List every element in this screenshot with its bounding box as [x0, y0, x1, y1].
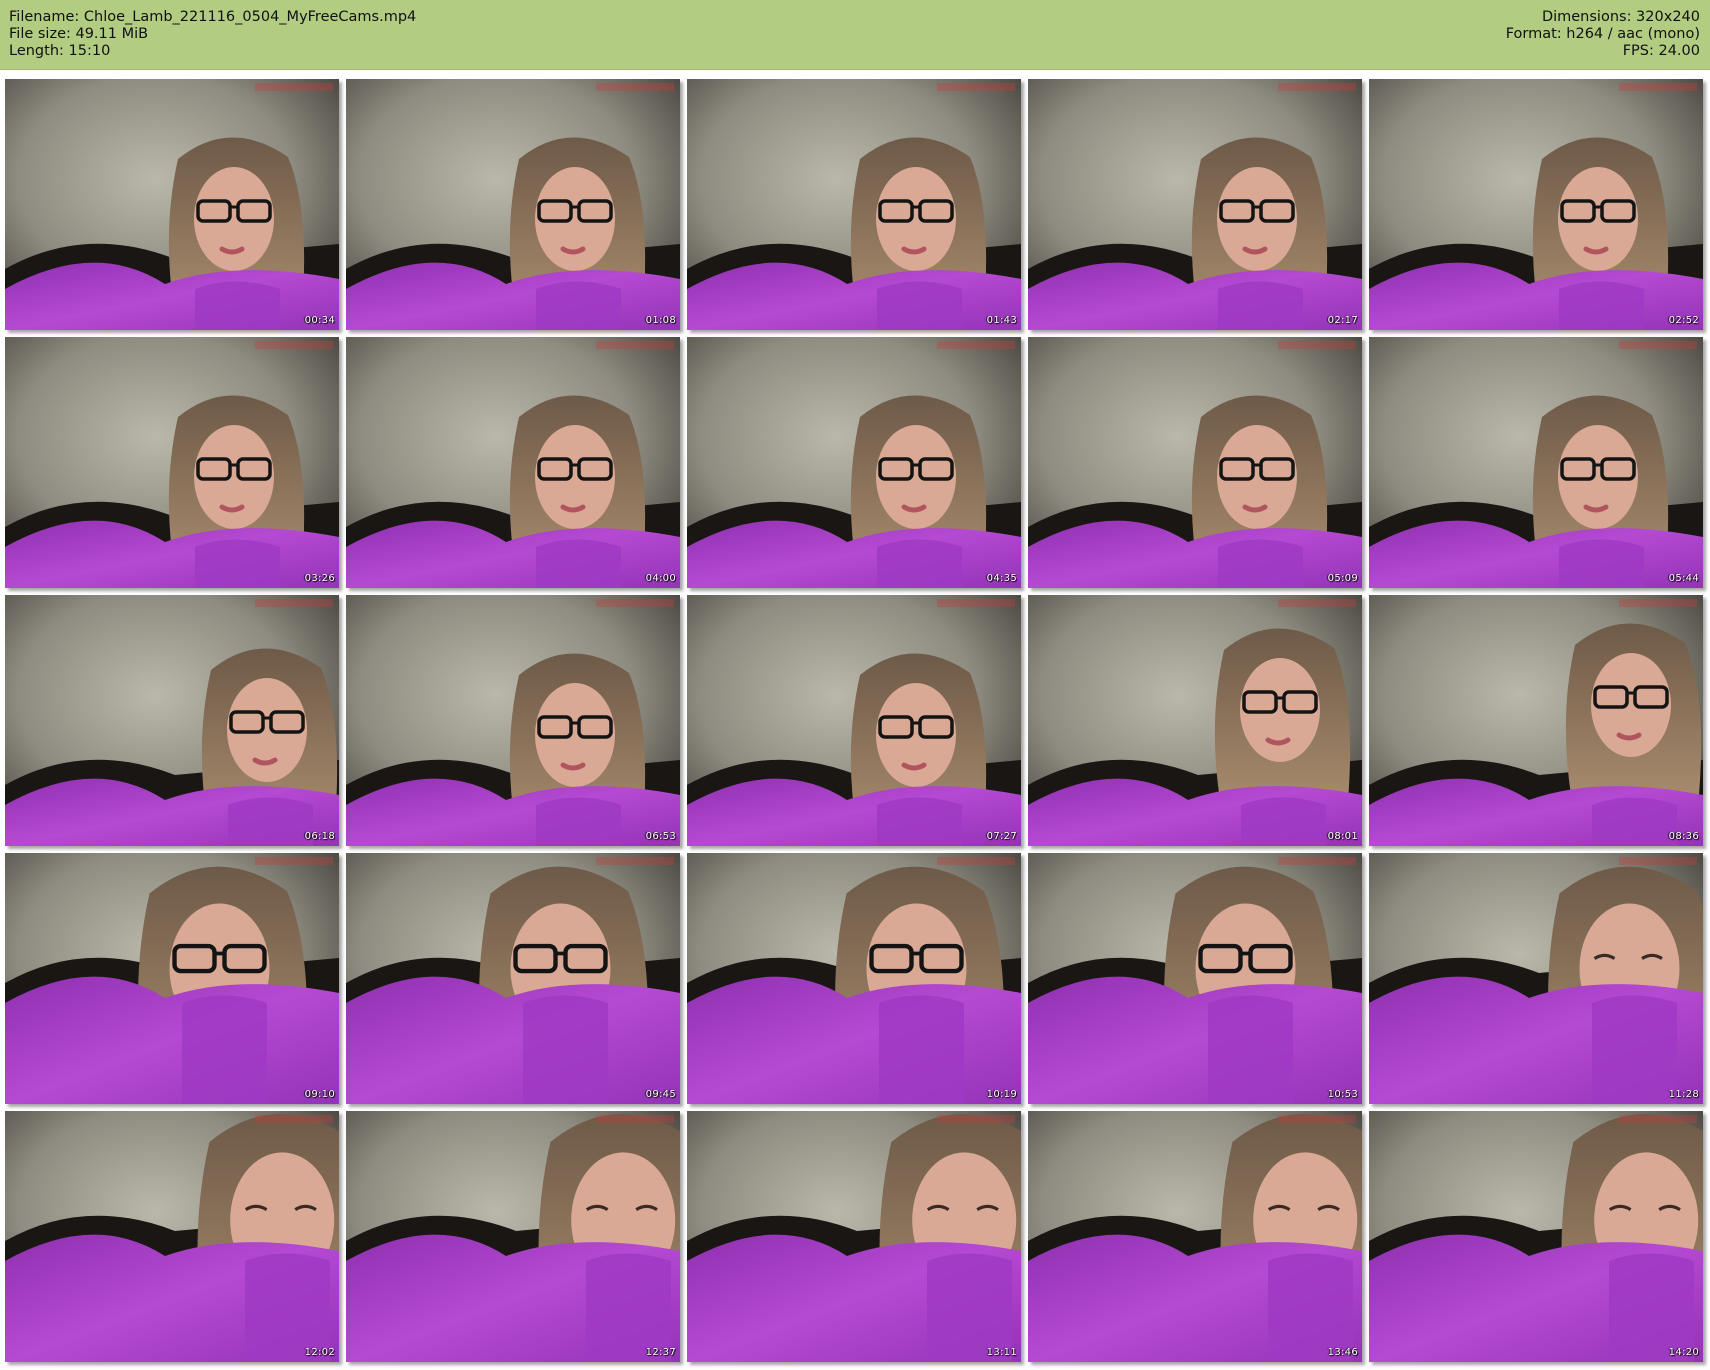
video-thumbnail[interactable]: 08:36	[1369, 595, 1703, 846]
thumbnail-timestamp: 09:45	[645, 1089, 676, 1100]
video-thumbnail[interactable]: 01:08	[346, 79, 680, 330]
video-frame-image	[5, 337, 339, 588]
thumbnail-timestamp: 06:53	[645, 831, 676, 842]
video-thumbnail[interactable]: 05:09	[1028, 337, 1362, 588]
video-frame-image	[687, 853, 1021, 1104]
thumbnail-timestamp: 02:17	[1327, 315, 1358, 326]
dimensions-text: Dimensions: 320x240	[1541, 9, 1700, 25]
thumbnail-timestamp: 04:35	[986, 573, 1017, 584]
video-frame-image	[346, 79, 680, 330]
thumbnail-timestamp: 05:44	[1668, 573, 1699, 584]
thumbnail-timestamp: 04:00	[645, 573, 676, 584]
video-thumbnail[interactable]: 12:02	[5, 1111, 339, 1362]
thumbnail-timestamp: 14:20	[1668, 1347, 1699, 1358]
thumbnail-timestamp: 03:26	[304, 573, 335, 584]
video-frame-image	[687, 1111, 1021, 1362]
video-frame-image	[687, 337, 1021, 588]
format-text: Format: h264 / aac (mono)	[1505, 26, 1700, 42]
video-thumbnail[interactable]: 02:52	[1369, 79, 1703, 330]
video-thumbnail[interactable]: 09:45	[346, 853, 680, 1104]
video-frame-image	[1028, 1111, 1362, 1362]
video-frame-image	[346, 595, 680, 846]
video-thumbnail[interactable]: 01:43	[687, 79, 1021, 330]
thumbnail-timestamp: 10:19	[986, 1089, 1017, 1100]
thumbnail-timestamp: 00:34	[304, 315, 335, 326]
video-thumbnail[interactable]: 05:44	[1369, 337, 1703, 588]
video-thumbnail[interactable]: 02:17	[1028, 79, 1362, 330]
thumbnail-timestamp: 05:09	[1327, 573, 1358, 584]
video-frame-image	[1369, 337, 1703, 588]
video-frame-image	[5, 1111, 339, 1362]
filename-text: Filename: Chloe_Lamb_221116_0504_MyFreeC…	[9, 9, 417, 25]
video-frame-image	[1369, 595, 1703, 846]
video-thumbnail[interactable]: 08:01	[1028, 595, 1362, 846]
video-thumbnail[interactable]: 06:53	[346, 595, 680, 846]
thumbnail-timestamp: 07:27	[986, 831, 1017, 842]
video-frame-image	[1028, 595, 1362, 846]
video-frame-image	[1028, 79, 1362, 330]
info-header: Filename: Chloe_Lamb_221116_0504_MyFreeC…	[0, 0, 1710, 70]
video-frame-image	[5, 853, 339, 1104]
video-frame-image	[687, 595, 1021, 846]
video-thumbnail[interactable]: 00:34	[5, 79, 339, 330]
thumbnail-timestamp: 12:37	[645, 1347, 676, 1358]
thumbnail-timestamp: 11:28	[1668, 1089, 1699, 1100]
thumbnail-timestamp: 13:11	[986, 1347, 1017, 1358]
video-frame-image	[1369, 1111, 1703, 1362]
video-frame-image	[5, 79, 339, 330]
thumbnail-timestamp: 01:08	[645, 315, 676, 326]
thumbnail-timestamp: 09:10	[304, 1089, 335, 1100]
fps-text: FPS: 24.00	[1622, 43, 1700, 59]
video-thumbnail[interactable]: 14:20	[1369, 1111, 1703, 1362]
thumbnail-timestamp: 12:02	[304, 1347, 335, 1358]
video-thumbnail[interactable]: 10:53	[1028, 853, 1362, 1104]
video-thumbnail[interactable]: 04:00	[346, 337, 680, 588]
video-frame-image	[687, 79, 1021, 330]
video-frame-image	[346, 337, 680, 588]
video-frame-image	[5, 595, 339, 846]
video-thumbnail[interactable]: 11:28	[1369, 853, 1703, 1104]
video-thumbnail[interactable]: 09:10	[5, 853, 339, 1104]
video-frame-image	[346, 1111, 680, 1362]
video-thumbnail[interactable]: 10:19	[687, 853, 1021, 1104]
thumbnail-timestamp: 13:46	[1327, 1347, 1358, 1358]
thumbnail-timestamp: 01:43	[986, 315, 1017, 326]
video-frame-image	[1369, 79, 1703, 330]
video-thumbnail[interactable]: 13:46	[1028, 1111, 1362, 1362]
video-thumbnail[interactable]: 13:11	[687, 1111, 1021, 1362]
thumbnail-timestamp: 10:53	[1327, 1089, 1358, 1100]
thumbnail-timestamp: 08:01	[1327, 831, 1358, 842]
video-frame-image	[346, 853, 680, 1104]
length-text: Length: 15:10	[9, 43, 111, 59]
thumbnail-timestamp: 02:52	[1668, 315, 1699, 326]
format-info: Dimensions: 320x240 Format: h264 / aac (…	[1506, 9, 1700, 60]
thumbnail-timestamp: 06:18	[304, 831, 335, 842]
video-frame-image	[1028, 337, 1362, 588]
video-thumbnail[interactable]: 04:35	[687, 337, 1021, 588]
file-info: Filename: Chloe_Lamb_221116_0504_MyFreeC…	[9, 9, 416, 60]
video-thumbnail[interactable]: 07:27	[687, 595, 1021, 846]
filesize-text: File size: 49.11 MiB	[9, 26, 149, 42]
video-frame-image	[1369, 853, 1703, 1104]
thumbnail-timestamp: 08:36	[1668, 831, 1699, 842]
video-thumbnail[interactable]: 06:18	[5, 595, 339, 846]
video-thumbnail[interactable]: 03:26	[5, 337, 339, 588]
video-thumbnail[interactable]: 12:37	[346, 1111, 680, 1362]
video-frame-image	[1028, 853, 1362, 1104]
